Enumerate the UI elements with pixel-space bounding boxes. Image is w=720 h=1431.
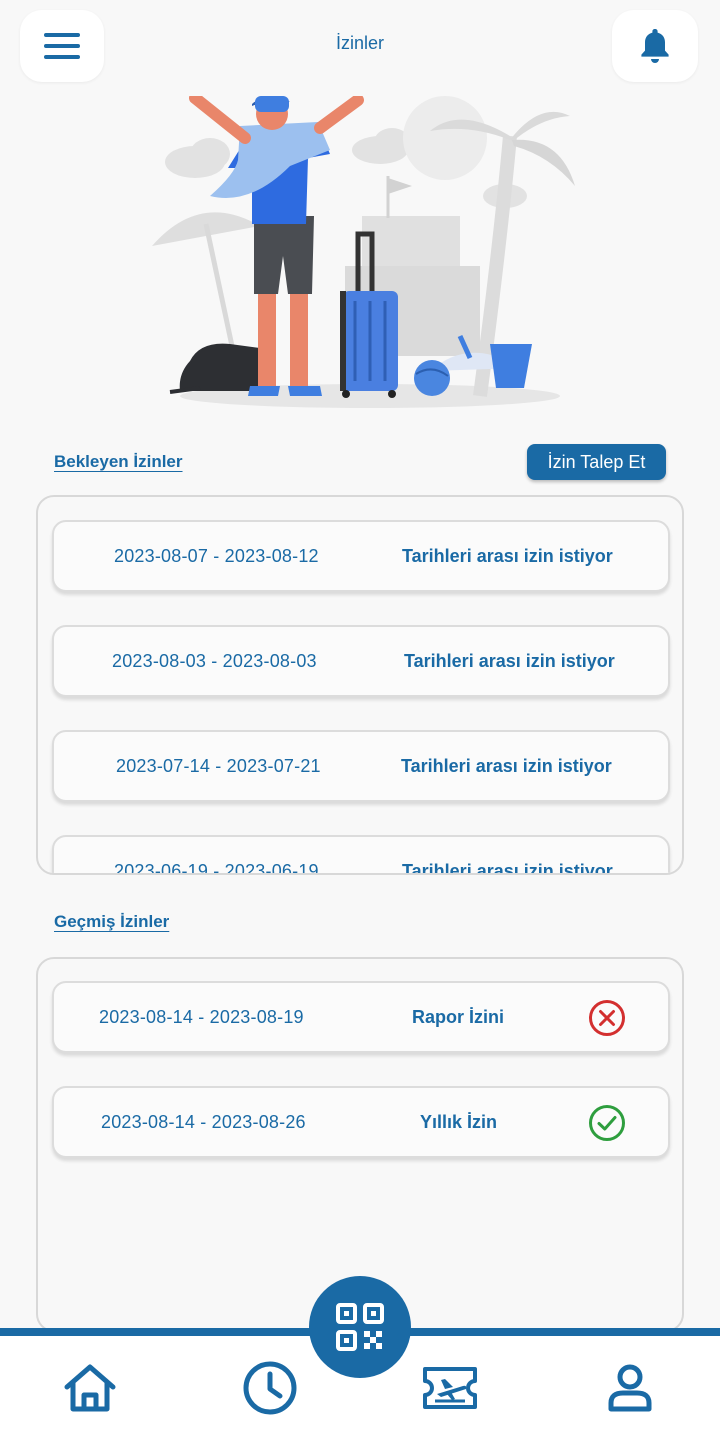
nav-home[interactable] bbox=[60, 1358, 120, 1418]
clock-icon bbox=[243, 1361, 297, 1415]
leave-label: Tarihleri arası izin istiyor bbox=[402, 860, 613, 875]
pending-leaves-title[interactable]: Bekleyen İzinler bbox=[54, 452, 183, 472]
pending-leave-item[interactable]: 2023-07-14 - 2023-07-21 Tarihleri arası … bbox=[52, 730, 670, 802]
leave-dates: 2023-08-07 - 2023-08-12 bbox=[114, 545, 319, 566]
x-circle-icon bbox=[589, 1000, 625, 1036]
leave-dates: 2023-08-03 - 2023-08-03 bbox=[112, 650, 317, 671]
leave-label: Tarihleri arası izin istiyor bbox=[404, 650, 615, 671]
pending-leave-item[interactable]: 2023-06-19 - 2023-06-19 Tarihleri arası … bbox=[52, 835, 670, 875]
bell-icon bbox=[641, 29, 669, 63]
leave-dates: 2023-08-14 - 2023-08-26 bbox=[101, 1111, 306, 1132]
leave-dates: 2023-06-19 - 2023-06-19 bbox=[114, 860, 319, 875]
pending-leaves-list[interactable]: 2023-08-07 - 2023-08-12 Tarihleri arası … bbox=[36, 495, 684, 875]
ticket-plane-icon bbox=[423, 1367, 477, 1409]
qr-scan-button[interactable] bbox=[309, 1276, 411, 1378]
leave-dates: 2023-08-14 - 2023-08-19 bbox=[99, 1006, 304, 1027]
past-leaves-title[interactable]: Geçmiş İzinler bbox=[54, 912, 169, 932]
pending-leave-item[interactable]: 2023-08-07 - 2023-08-12 Tarihleri arası … bbox=[52, 520, 670, 592]
home-icon bbox=[64, 1364, 116, 1412]
leave-label: Tarihleri arası izin istiyor bbox=[402, 545, 613, 566]
past-leave-item[interactable]: 2023-08-14 - 2023-08-19 Rapor İzini bbox=[52, 981, 670, 1053]
notifications-button[interactable] bbox=[612, 10, 698, 82]
leave-type-label: Rapor İzini bbox=[412, 1006, 505, 1027]
leave-label: Tarihleri arası izin istiyor bbox=[401, 755, 612, 776]
leave-dates: 2023-07-14 - 2023-07-21 bbox=[116, 755, 321, 776]
nav-history[interactable] bbox=[240, 1358, 300, 1418]
request-leave-button[interactable]: İzin Talep Et bbox=[527, 444, 666, 480]
leave-type-label: Yıllık İzin bbox=[420, 1111, 498, 1132]
vacation-illustration bbox=[152, 96, 575, 408]
leaves-page: İzinler Bekleyen İzinler İzin Talep Et 2… bbox=[0, 0, 720, 1431]
qr-code-icon bbox=[336, 1303, 384, 1351]
check-circle-icon bbox=[589, 1105, 625, 1141]
past-leave-item[interactable]: 2023-08-14 - 2023-08-26 Yıllık İzin bbox=[52, 1086, 670, 1158]
nav-profile[interactable] bbox=[600, 1358, 660, 1418]
nav-leaves[interactable] bbox=[420, 1358, 480, 1418]
pending-leave-item[interactable]: 2023-08-03 - 2023-08-03 Tarihleri arası … bbox=[52, 625, 670, 697]
user-icon bbox=[608, 1364, 652, 1412]
